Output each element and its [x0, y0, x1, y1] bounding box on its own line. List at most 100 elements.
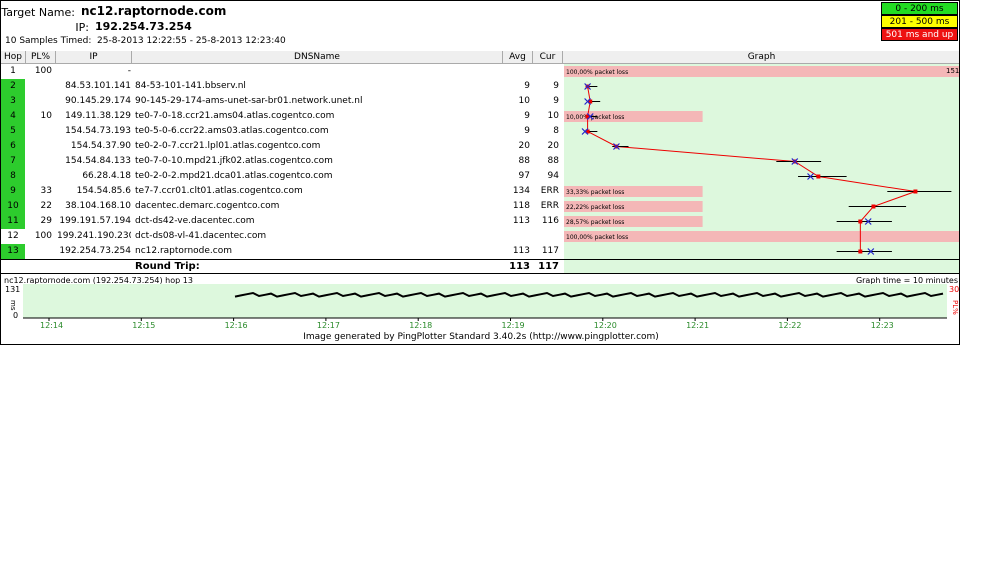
- history-time-tick: 12:22: [778, 321, 801, 330]
- latency-point[interactable]: [871, 204, 876, 209]
- graph-max-label: 151: [946, 67, 959, 75]
- avg-latency: 118: [512, 201, 530, 211]
- dns-name: nc12.raptornode.com: [135, 246, 233, 256]
- ip-label: IP:: [75, 21, 89, 34]
- col-dns[interactable]: DNSName: [132, 51, 503, 64]
- packet-loss: [26, 139, 52, 154]
- ip-address: 90.145.29.174: [65, 96, 131, 106]
- history-plot-area: [23, 284, 947, 318]
- hop-number: 2: [1, 79, 25, 94]
- cur-latency: 20: [547, 141, 559, 151]
- ip-address: 199.191.57.194: [59, 216, 131, 226]
- ip-address: 154.54.73.193: [65, 126, 131, 136]
- packet-loss: 100: [34, 66, 52, 76]
- dns-name: te0-7-0-18.ccr21.ams04.atlas.cogentco.co…: [135, 111, 335, 121]
- col-hop[interactable]: Hop: [1, 51, 26, 64]
- history-pl-unit: PL%: [951, 300, 959, 315]
- cur-latency: 117: [541, 246, 559, 256]
- dns-name: te0-2-0-2.mpd21.dca01.atlas.cogentco.com: [135, 171, 333, 181]
- samples-value: 25-8-2013 12:22:55 - 25-8-2013 12:23:40: [97, 36, 286, 46]
- col-graph[interactable]: Graph: [563, 51, 959, 64]
- col-avg[interactable]: Avg: [503, 51, 533, 64]
- target-name-value: nc12.raptornode.com: [81, 4, 227, 18]
- cur-latency: 9: [553, 96, 559, 106]
- dns-name: 84-53-101-141.bbserv.nl: [135, 81, 246, 91]
- packet-loss-label: 100,00% packet loss: [566, 69, 628, 76]
- history-time-tick: 12:17: [317, 321, 340, 330]
- latency-point[interactable]: [858, 249, 863, 254]
- dns-name: dct-ds08-vl-41.dacentec.com: [135, 231, 267, 241]
- legend-yellow: 201 - 500 ms: [881, 15, 958, 28]
- col-cur[interactable]: Cur: [533, 51, 563, 64]
- cur-latency: 116: [541, 216, 559, 226]
- avg-latency: 20: [518, 141, 530, 151]
- dns-name: te0-2-0-7.ccr21.lpl01.atlas.cogentco.com: [135, 141, 321, 151]
- packet-loss: [26, 154, 52, 169]
- history-y-unit: ms: [9, 300, 17, 311]
- avg-latency: 134: [512, 186, 530, 196]
- dns-name: 90-145-29-174-ams-unet-sar-br01.network.…: [135, 96, 363, 106]
- dns-name: te0-5-0-6.ccr22.ams03.atlas.cogentco.com: [135, 126, 329, 136]
- dns-name: dacentec.demarc.cogentco.com: [135, 201, 280, 211]
- packet-loss: 33: [40, 186, 52, 196]
- avg-latency: 9: [524, 81, 530, 91]
- packet-loss: 29: [40, 216, 52, 226]
- hop-number: 10: [1, 199, 25, 214]
- history-chart: 131 0ms 30 PL% 12:14 12:15 12:16 12:17 12:18 12:1…: [5, 284, 959, 330]
- round-trip-cur: 117: [538, 261, 559, 272]
- packet-loss: [26, 79, 52, 94]
- target-name-label: Target Name:: [1, 6, 75, 19]
- ip-address: 38.104.168.10: [65, 201, 131, 211]
- latency-point[interactable]: [816, 174, 821, 179]
- cur-latency: 88: [547, 156, 559, 166]
- avg-latency: [504, 64, 530, 79]
- avg-latency: 113: [512, 246, 530, 256]
- ip-address: -: [127, 66, 131, 76]
- dns-name: te0-7-0-10.mpd21.jfk02.atlas.cogentco.co…: [135, 156, 333, 166]
- ip-address: 154.54.85.6: [76, 186, 131, 196]
- history-time-tick: 12:23: [871, 321, 894, 330]
- hop-number: 5: [1, 124, 25, 139]
- col-ip[interactable]: IP: [56, 51, 132, 64]
- packet-loss: 100: [34, 231, 52, 241]
- hop-number: 4: [1, 109, 25, 124]
- packet-loss-label: 22,22% packet loss: [566, 204, 624, 211]
- cur-latency: [533, 229, 559, 244]
- ip-value: 192.254.73.254: [95, 20, 192, 33]
- history-time-tick: 12:20: [594, 321, 617, 330]
- history-time-tick: 12:21: [686, 321, 709, 330]
- ip-address: 66.28.4.18: [82, 171, 131, 181]
- latency-point[interactable]: [858, 219, 863, 224]
- dns-name: dct-ds42-ve.dacentec.com: [135, 216, 255, 226]
- round-trip-label: Round Trip:: [135, 261, 200, 272]
- hop-number: 8: [1, 169, 25, 184]
- history-time-tick: 12:15: [132, 321, 155, 330]
- packet-loss: [26, 169, 52, 184]
- history-time-tick: 12:14: [40, 321, 63, 330]
- avg-latency: 10: [518, 96, 530, 106]
- packet-loss: [26, 244, 52, 259]
- ip-address: 192.254.73.254: [59, 246, 131, 256]
- cur-latency: 8: [553, 126, 559, 136]
- col-pl[interactable]: PL%: [26, 51, 56, 64]
- legend-green: 0 - 200 ms: [881, 2, 958, 15]
- cur-latency: ERR: [540, 201, 559, 211]
- hop-number: 9: [1, 184, 25, 199]
- cur-latency: 9: [553, 81, 559, 91]
- ip-address: 84.53.101.141: [65, 81, 131, 91]
- history-time-tick: 12:19: [502, 321, 525, 330]
- avg-latency: 97: [518, 171, 530, 181]
- ip-address: 149.11.38.129: [65, 111, 131, 121]
- packet-loss-label: 100,00% packet loss: [566, 234, 628, 241]
- latency-point[interactable]: [913, 189, 918, 194]
- avg-latency: 9: [524, 126, 530, 136]
- latency-graph: 100,00% packet loss 10,00% packet loss 33,…: [564, 66, 959, 255]
- cur-latency: 94: [547, 171, 559, 181]
- packet-loss-label: 33,33% packet loss: [566, 189, 624, 196]
- avg-latency: 9: [524, 111, 530, 121]
- hop-number: 1: [10, 66, 16, 76]
- ip-address: 154.54.37.90: [70, 141, 131, 151]
- legend-red: 501 ms and up: [881, 28, 958, 41]
- avg-latency: [504, 229, 530, 244]
- footer-text: Image generated by PingPlotter Standard …: [303, 332, 659, 342]
